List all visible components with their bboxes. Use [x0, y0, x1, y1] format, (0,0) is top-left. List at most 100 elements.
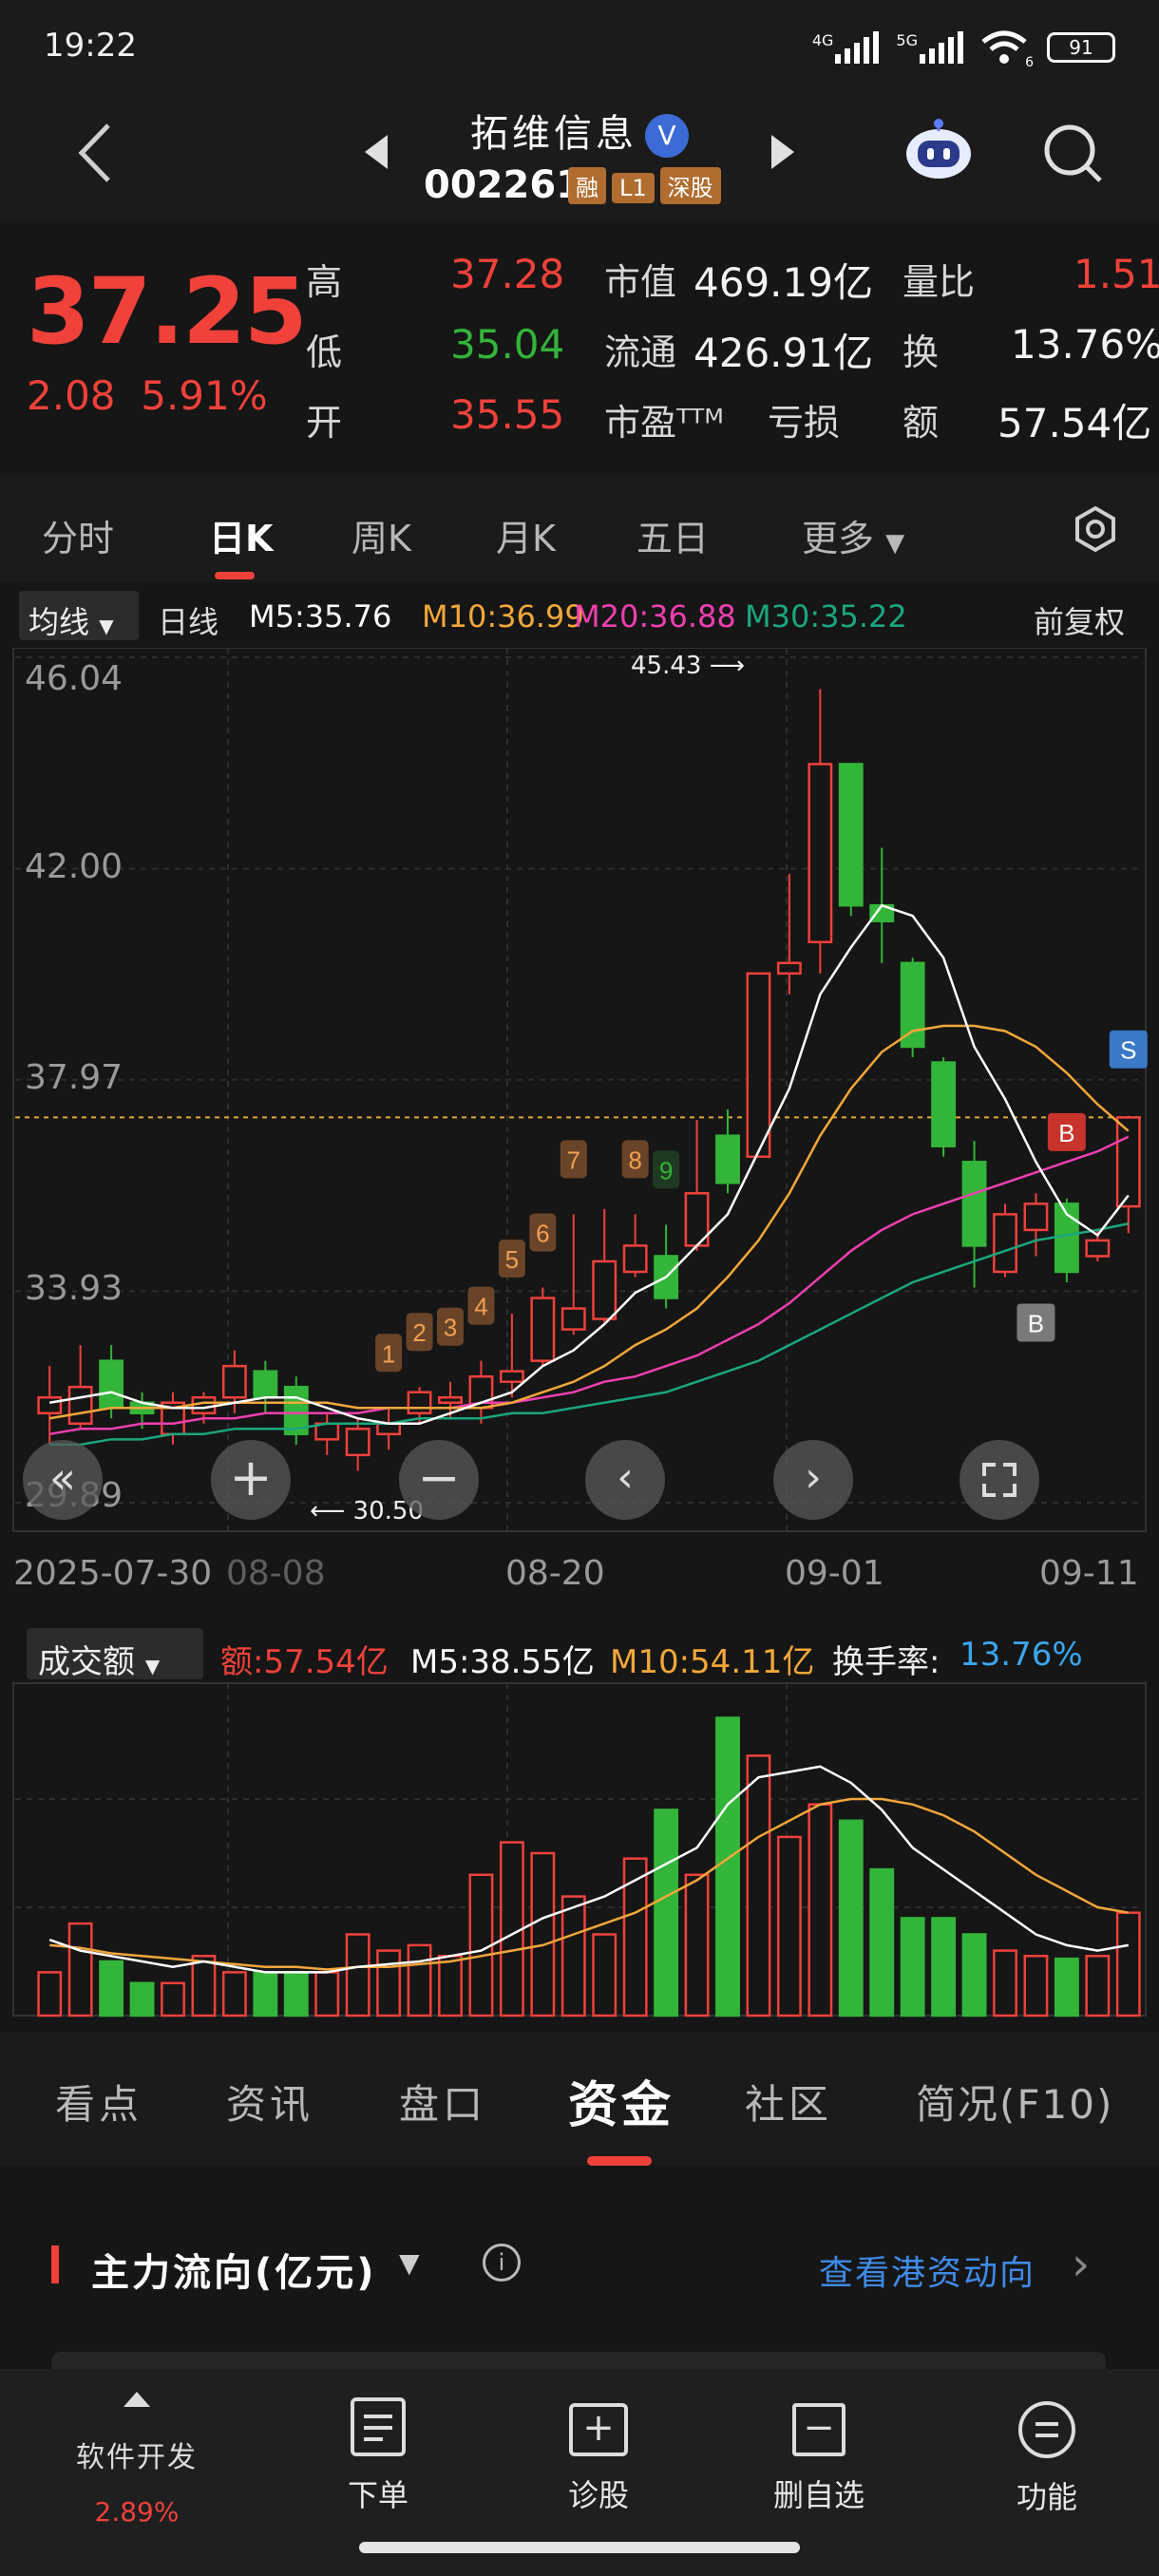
indicator-select[interactable]: 均线 ▼ — [19, 591, 139, 640]
diagnose-button[interactable]: + 诊股 — [522, 2397, 674, 2515]
tab-news[interactable]: 资讯 — [226, 2073, 314, 2131]
candle-body — [67, 1385, 93, 1426]
tab-funds[interactable]: 资金 — [568, 2065, 674, 2136]
candle-body — [191, 1395, 217, 1415]
verified-badge-icon: V — [645, 114, 689, 158]
tab-profile-f10[interactable]: 简况(F10) — [916, 2073, 1113, 2131]
volume-ma10: M10:54.11亿 — [610, 1643, 815, 1681]
pan-right-icon[interactable]: › — [773, 1440, 853, 1520]
volume-svg[interactable] — [0, 1681, 1159, 2023]
menu-icon — [1018, 2401, 1075, 2458]
turnover-rate-label: 换手率: — [832, 1643, 940, 1681]
remove-watchlist-button[interactable]: − 删自选 — [743, 2397, 895, 2515]
volume-bar — [931, 1917, 957, 2017]
volume-bar — [314, 1971, 340, 2017]
last-price: 37.25 — [27, 258, 308, 365]
signal-badge-text: 9 — [659, 1156, 673, 1184]
volume-bar — [67, 1922, 93, 2017]
pan-left-icon[interactable]: ‹ — [585, 1440, 665, 1520]
mktcap-value: 469.19亿 — [694, 259, 873, 306]
volume-amount: 额:57.54亿 — [220, 1643, 389, 1681]
ma30-value: M30:35.22 — [745, 598, 907, 635]
tab-indicator — [215, 572, 255, 579]
chevron-up-icon — [124, 2392, 150, 2407]
fullscreen-icon[interactable] — [960, 1440, 1039, 1520]
volume-bar — [283, 1971, 309, 2017]
candle-body — [221, 1364, 247, 1399]
candle-body — [438, 1395, 463, 1404]
open-label: 开 — [306, 402, 343, 444]
volume-chart[interactable] — [0, 1681, 1159, 2023]
tab-more[interactable]: 更多 ▼ — [802, 509, 904, 561]
sector-change: 2.89% — [94, 2496, 180, 2528]
volume-bar — [622, 1857, 648, 2017]
tag-level: L1 — [612, 173, 655, 203]
zoom-out-icon[interactable]: − — [399, 1440, 479, 1520]
ma10-value: M10:36.99 — [422, 598, 584, 635]
tab-community[interactable]: 社区 — [745, 2073, 832, 2131]
stock-title: 拓维信息 V — [0, 103, 1159, 158]
collapse-icon[interactable]: « — [23, 1440, 103, 1520]
high-value: 37.28 — [450, 251, 565, 297]
battery-icon: 91 — [1047, 32, 1115, 63]
candle-body — [746, 972, 771, 1158]
tab-five-day[interactable]: 五日 — [636, 509, 709, 561]
volume-bar — [129, 1981, 155, 2017]
tab-daily-k[interactable]: 日K — [209, 509, 273, 561]
tab-highlights[interactable]: 看点 — [55, 2073, 142, 2131]
next-stock-button[interactable] — [768, 133, 798, 175]
y-tick-label: 42.00 — [25, 847, 124, 886]
kline-svg[interactable]: 12 3456 7 8 9 B B S — [0, 647, 1159, 1541]
order-button[interactable]: 下单 — [302, 2397, 454, 2515]
search-icon[interactable] — [1039, 120, 1106, 186]
volume-bar — [808, 1803, 833, 2017]
period-tabs: 分时 日K 周K 月K 五日 更多 ▼ — [0, 477, 1159, 581]
high-label: 高 — [306, 261, 343, 303]
tab-orderbook[interactable]: 盘口 — [399, 2073, 486, 2131]
settings-icon[interactable] — [1072, 505, 1119, 557]
high-marker-label: 45.43 ⟶ — [631, 652, 745, 680]
adjust-mode[interactable]: 前复权 — [1034, 598, 1125, 642]
volume-bar — [99, 1960, 124, 2017]
flow-title[interactable]: 主力流向(亿元) — [91, 2242, 377, 2297]
menu-button[interactable]: 功能 — [971, 2397, 1123, 2517]
zoom-in-icon[interactable]: + — [211, 1440, 291, 1520]
volume-bar — [37, 1971, 63, 2017]
signal-icon-5g: 5G — [896, 31, 963, 64]
signal-badge-text: 6 — [536, 1220, 549, 1248]
volume-bar — [715, 1716, 740, 2017]
order-icon — [351, 2397, 406, 2456]
signal-badge-text: 4 — [474, 1293, 487, 1321]
detail-tabs: 看点 资讯 盘口 资金 社区 简况(F10) — [0, 2033, 1159, 2166]
y-tick-label: 33.93 — [25, 1269, 124, 1308]
y-tick-label: 46.04 — [25, 659, 124, 698]
volume-legend-row: 成交额 ▼ 额:57.54亿 M5:38.55亿 M10:54.11亿 换手率:… — [0, 1626, 1159, 1685]
stock-name: 拓维信息 — [470, 112, 637, 156]
turnover-label: 换 — [902, 331, 940, 373]
volume-bar — [1115, 1911, 1141, 2017]
sector-widget[interactable]: 软件开发 2.89% — [42, 2388, 232, 2528]
tag-margin: 融 — [568, 167, 606, 204]
volume-ma5: M5:38.55亿 — [410, 1643, 595, 1681]
tab-monthly-k[interactable]: 月K — [496, 509, 556, 561]
ai-assistant-robot-icon[interactable] — [902, 118, 975, 184]
candle-body — [99, 1359, 124, 1410]
volume-indicator-select[interactable]: 成交额 ▼ — [27, 1628, 203, 1681]
candle-body — [776, 961, 802, 975]
tab-intraday[interactable]: 分时 — [42, 509, 114, 561]
tab-weekly-k[interactable]: 周K — [352, 509, 411, 561]
volume-bar — [376, 1949, 402, 2017]
info-icon[interactable]: i — [483, 2244, 521, 2282]
flow-card — [51, 2352, 1106, 2371]
signal-badge-text: 7 — [567, 1146, 580, 1174]
open-value: 35.55 — [450, 391, 565, 438]
x-tick-label: 09-01 — [785, 1554, 884, 1593]
hk-flow-link[interactable]: 查看港资动向 — [819, 2245, 1036, 2295]
x-tick-label: 09-11 — [1039, 1554, 1139, 1593]
chevron-down-icon[interactable]: ▼ — [399, 2247, 420, 2279]
chevron-right-icon[interactable]: › — [1072, 2238, 1090, 2291]
kline-chart[interactable]: 123456789BBS 46.04 42.00 37.97 33.93 29.… — [0, 647, 1159, 1541]
candle-body — [560, 1307, 586, 1331]
main-flow-section: 主力流向(亿元) ▼ i 查看港资动向 › — [0, 2175, 1159, 2371]
stock-tags: 融 L1 深股 — [562, 167, 721, 204]
